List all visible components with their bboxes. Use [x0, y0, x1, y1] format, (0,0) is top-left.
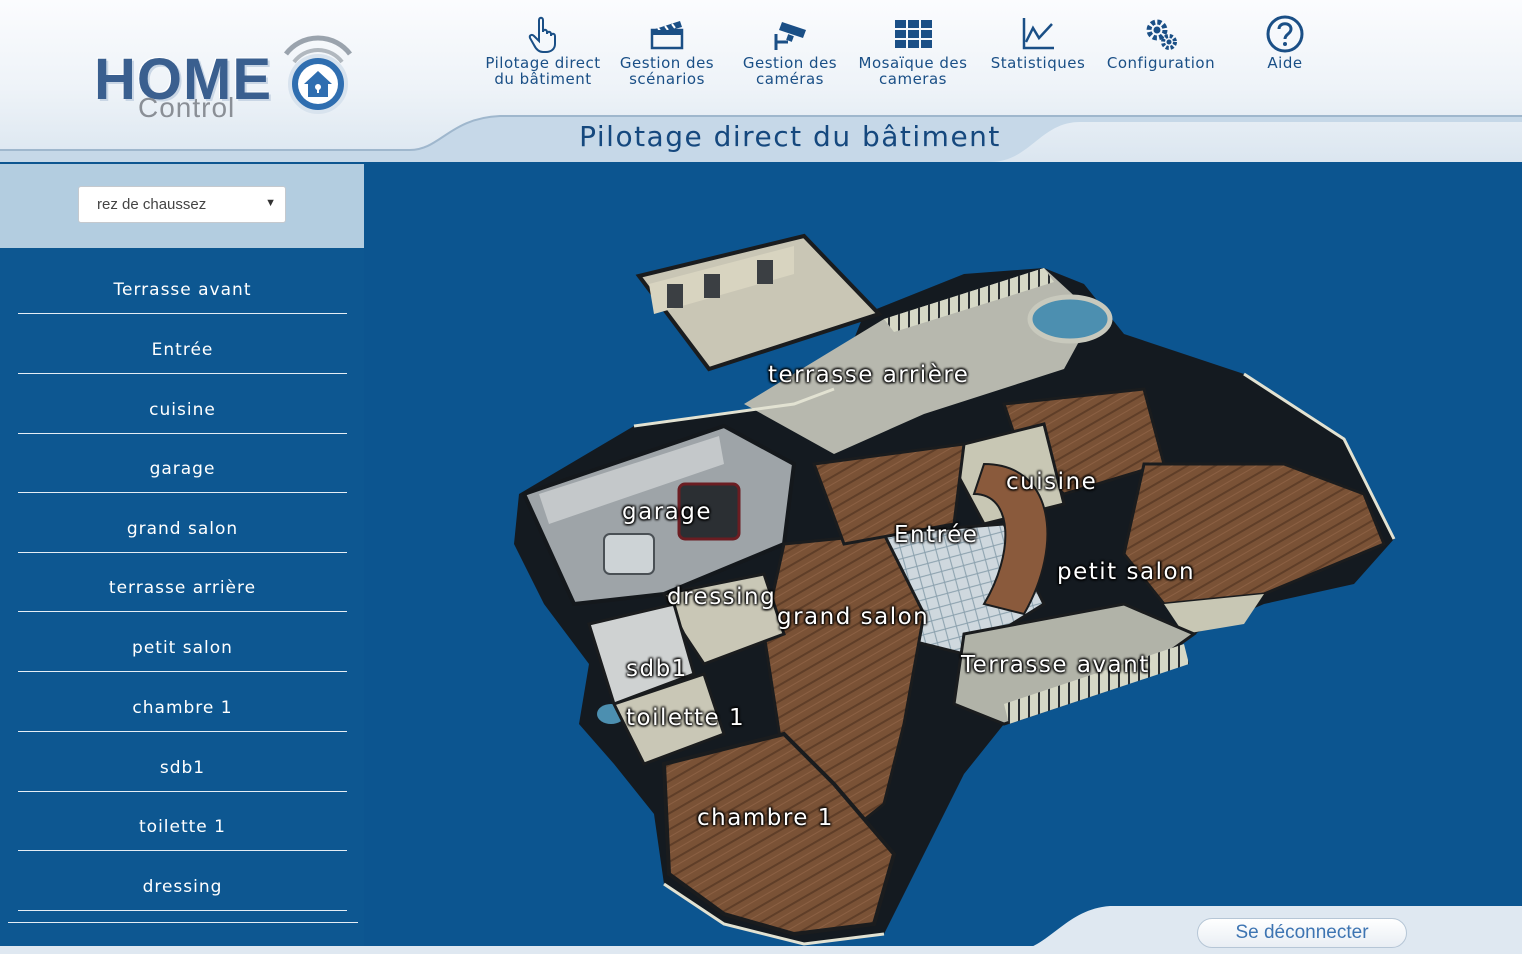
nav-pilotage-label: Pilotage direct du bâtiment [485, 54, 601, 88]
room-item-terrasse-avant[interactable]: Terrasse avant [18, 254, 347, 314]
room-item-label: grand salon [126, 519, 239, 539]
grid-icon [895, 20, 932, 48]
nav-mosaique-label: Mosaïque des cameras [858, 54, 968, 88]
page-title: Pilotage direct du bâtiment [579, 120, 1001, 153]
room-item-entree[interactable]: Entrée [18, 314, 347, 374]
security-camera-icon [774, 22, 806, 50]
header: HOME Control Pilotage direct du bâtiment [0, 0, 1522, 162]
room-item-label: terrasse arrière [108, 578, 257, 598]
logo: HOME Control [88, 20, 358, 130]
gears-icon [1146, 19, 1177, 50]
plan-label-sdb1[interactable]: sdb1 [626, 656, 688, 682]
logout-button[interactable]: Se déconnecter [1197, 918, 1407, 948]
dropdown-arrow-icon: ▼ [265, 197, 276, 209]
question-circle-icon [1266, 15, 1304, 53]
logo-subtext: Control [138, 92, 236, 123]
room-item-label: petit salon [132, 638, 233, 658]
floor-select-value: rez de chaussez [97, 196, 207, 213]
room-item-label: dressing [142, 877, 223, 897]
room-item-garage[interactable]: garage [18, 433, 347, 493]
clapperboard-icon [650, 21, 684, 50]
floorplan-image [514, 233, 1396, 946]
plan-label-garage[interactable]: garage [622, 499, 712, 525]
nav-scenarios[interactable]: Gestion des scénarios [607, 14, 727, 87]
nav-mosaique[interactable]: Mosaïque des cameras [853, 14, 973, 87]
line-chart-icon [1022, 18, 1054, 50]
plan-label-chambre-1[interactable]: chambre 1 [697, 805, 834, 831]
hand-pointer-icon [528, 16, 556, 53]
nav-scenarios-label: Gestion des scénarios [619, 54, 715, 88]
plan-label-terrasse-avant[interactable]: Terrasse avant [961, 652, 1150, 678]
room-item-label: chambre 1 [132, 698, 233, 718]
nav-statistiques-label: Statistiques [990, 54, 1086, 72]
room-item-cuisine[interactable]: cuisine [18, 374, 347, 434]
plan-label-dressing[interactable]: dressing [667, 584, 776, 610]
nav-configuration[interactable]: Configuration [1101, 14, 1221, 71]
room-item-sdb1[interactable]: sdb1 [18, 732, 347, 792]
room-item-petit-salon[interactable]: petit salon [18, 612, 347, 672]
nav-aide-label: Aide [1267, 54, 1303, 72]
floorplan-area: terrasse arrière cuisine garage Entrée p… [364, 164, 1522, 954]
nav-statistiques[interactable]: Statistiques [978, 14, 1098, 71]
plan-label-grand-salon[interactable]: grand salon [777, 604, 929, 630]
room-item-label: garage [149, 459, 216, 479]
nav-cameras-label: Gestion des caméras [742, 54, 838, 88]
nav-configuration-label: Configuration [1106, 54, 1216, 72]
nav-aide[interactable]: Aide [1225, 14, 1345, 71]
floor-select[interactable]: rez de chaussez ▼ [78, 186, 286, 223]
nav-pilotage[interactable]: Pilotage direct du bâtiment [483, 14, 603, 87]
house-wifi-logo-icon [284, 35, 352, 114]
room-list: Terrasse avant Entrée cuisine garage gra… [0, 248, 364, 954]
plan-label-terrasse-arriere[interactable]: terrasse arrière [768, 362, 969, 388]
app-window: HOME Control Pilotage direct du bâtiment [0, 0, 1522, 954]
floor-panel: rez de chaussez ▼ [0, 164, 364, 248]
plan-label-cuisine[interactable]: cuisine [1006, 469, 1097, 495]
room-item-toilette-1[interactable]: toilette 1 [18, 791, 347, 851]
plan-label-toilette-1[interactable]: toilette 1 [626, 705, 745, 731]
room-item-label: Entrée [151, 340, 214, 360]
nav-cameras[interactable]: Gestion des caméras [730, 14, 850, 87]
room-item-terrasse-arriere[interactable]: terrasse arrière [18, 552, 347, 612]
room-item-chambre-1[interactable]: chambre 1 [18, 672, 347, 732]
room-item-grand-salon[interactable]: grand salon [18, 493, 347, 553]
plan-label-entree[interactable]: Entrée [894, 522, 978, 548]
room-item-label: toilette 1 [139, 817, 226, 837]
room-item-label: Terrasse avant [113, 280, 252, 300]
room-item-label: sdb1 [159, 758, 206, 778]
plan-label-petit-salon[interactable]: petit salon [1057, 559, 1195, 585]
room-item-label: cuisine [149, 400, 216, 420]
